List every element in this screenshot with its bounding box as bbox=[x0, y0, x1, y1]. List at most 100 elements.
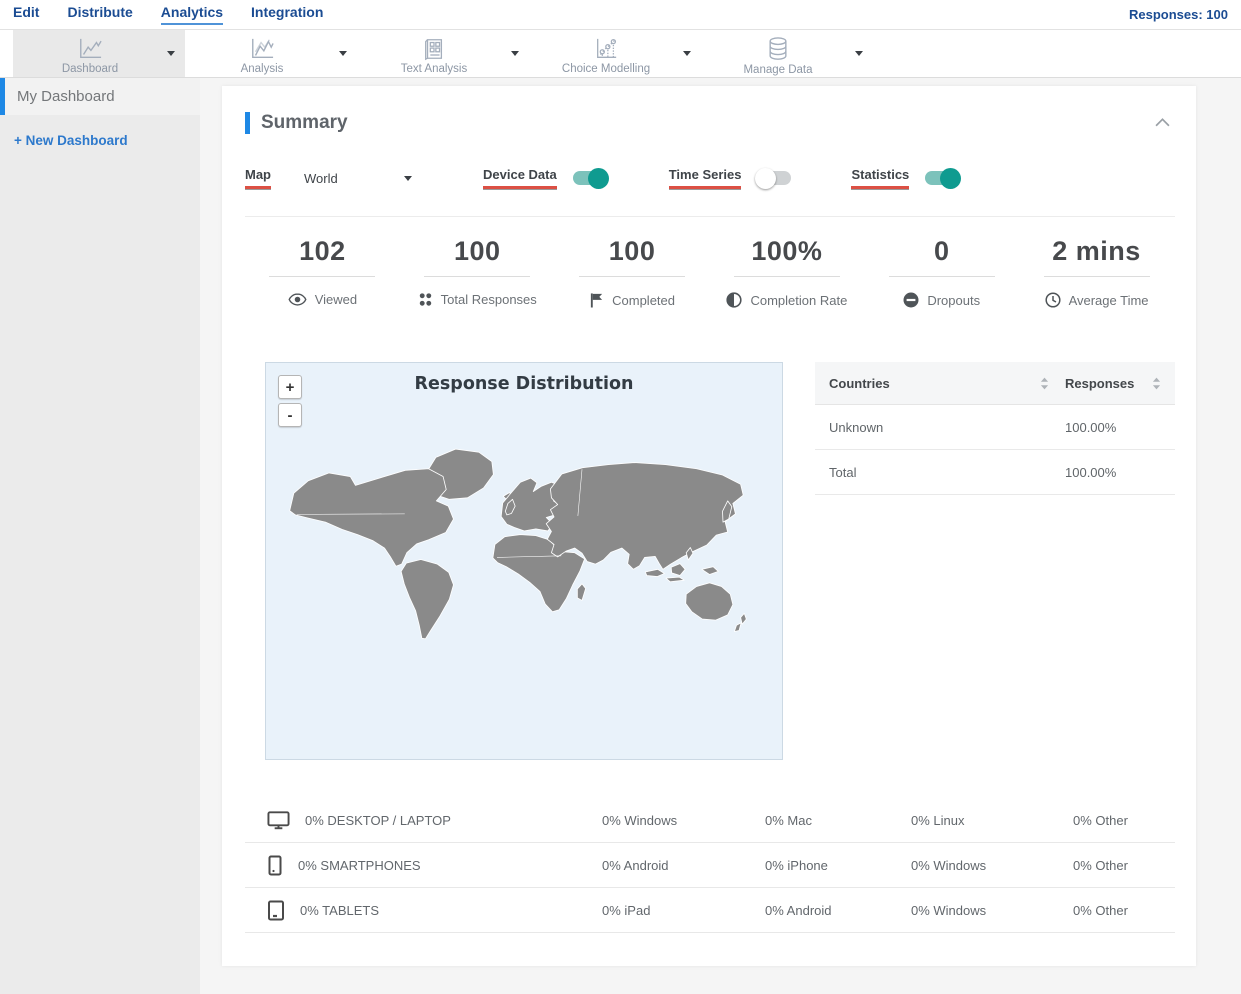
dashboard-sidebar: My Dashboard + New Dashboard bbox=[0, 78, 200, 994]
toolbar-analysis-label: Analysis bbox=[240, 62, 284, 75]
tablet-icon bbox=[267, 900, 285, 921]
map-region-select[interactable]: World bbox=[304, 171, 412, 186]
sidebar-item-my-dashboard[interactable]: My Dashboard bbox=[0, 78, 200, 115]
table-row-smartphones: 0% SMARTPHONES 0% Android 0% iPhone 0% W… bbox=[245, 843, 1175, 888]
stat-dropouts: 0 Dropouts bbox=[864, 236, 1019, 308]
sort-icon[interactable] bbox=[1152, 377, 1161, 390]
toolbar-text-analysis[interactable]: Text Analysis bbox=[357, 30, 529, 77]
chevron-down-icon[interactable] bbox=[167, 51, 175, 56]
new-dashboard-button[interactable]: + New Dashboard bbox=[14, 133, 200, 148]
device-data-toggle[interactable] bbox=[572, 167, 609, 189]
sidebar-item-label: My Dashboard bbox=[17, 88, 115, 105]
toolbar-manage-data-label: Manage Data bbox=[743, 63, 813, 76]
multi-line-chart-icon bbox=[248, 37, 276, 61]
table-row-tablets: 0% TABLETS 0% iPad 0% Android 0% Windows… bbox=[245, 888, 1175, 933]
stat-value: 102 bbox=[299, 236, 346, 266]
chevron-down-icon bbox=[404, 175, 412, 181]
toolbar-choice-modelling[interactable]: Choice Modelling bbox=[529, 30, 701, 77]
desktop-icon bbox=[267, 810, 290, 830]
device-cell: 0% TABLETS bbox=[300, 902, 379, 918]
table-row-desktop: 0% DESKTOP / LAPTOP 0% Windows 0% Mac 0%… bbox=[245, 798, 1175, 843]
map-label: Map bbox=[245, 167, 271, 189]
chevron-down-icon[interactable] bbox=[855, 51, 863, 56]
stat-value: 0 bbox=[933, 236, 950, 266]
stat-label: Viewed bbox=[314, 292, 358, 307]
main-content: Summary Map World Device Data Time Serie… bbox=[200, 78, 1241, 994]
toolbar-dashboard-label: Dashboard bbox=[61, 62, 119, 75]
stat-label: Completed bbox=[612, 292, 675, 308]
half-circle-icon bbox=[726, 292, 743, 308]
responses-count[interactable]: Responses: 100 bbox=[1129, 7, 1228, 22]
accent-bar bbox=[245, 112, 250, 134]
device-cell: 0% Android bbox=[602, 857, 669, 873]
stat-value: 2 mins bbox=[1052, 236, 1141, 266]
statistics-label: Statistics bbox=[851, 167, 910, 189]
sort-icon[interactable] bbox=[1040, 377, 1049, 390]
smartphone-icon bbox=[267, 855, 283, 876]
stat-value: 100% bbox=[751, 236, 823, 266]
device-cell: 0% Windows bbox=[911, 902, 987, 918]
page-title: Summary bbox=[261, 112, 348, 133]
toolbar-manage-data[interactable]: Manage Data bbox=[701, 30, 873, 77]
map-section: Response Distribution + - Countries Resp… bbox=[265, 362, 1175, 760]
chevron-down-icon[interactable] bbox=[683, 51, 691, 56]
toolbar-text-analysis-label: Text Analysis bbox=[400, 62, 468, 75]
device-cell: 0% Windows bbox=[911, 857, 987, 873]
device-cell: 0% Android bbox=[765, 902, 832, 918]
map-title: Response Distribution bbox=[414, 374, 634, 394]
stat-completed: 100 Completed bbox=[555, 236, 710, 308]
world-map[interactable] bbox=[271, 433, 779, 692]
chevron-down-icon[interactable] bbox=[339, 51, 347, 56]
device-table: 0% DESKTOP / LAPTOP 0% Windows 0% Mac 0%… bbox=[245, 798, 1175, 933]
device-cell: 0% Other bbox=[1073, 812, 1128, 828]
device-cell: 0% Other bbox=[1073, 902, 1128, 918]
table-row: Unknown 100.00% bbox=[815, 405, 1175, 450]
summary-controls: Map World Device Data Time Series Statis… bbox=[222, 136, 1196, 189]
dots-grid-icon bbox=[418, 292, 433, 307]
document-grid-icon bbox=[422, 37, 446, 61]
device-data-label: Device Data bbox=[483, 167, 557, 189]
map-zoom-out-button[interactable]: - bbox=[278, 403, 302, 427]
summary-header: Summary bbox=[222, 86, 1196, 136]
countries-column-header[interactable]: Countries bbox=[829, 376, 890, 391]
stat-label: Total Responses bbox=[440, 292, 537, 307]
nav-edit[interactable]: Edit bbox=[13, 4, 39, 25]
country-value: 100.00% bbox=[1065, 419, 1117, 435]
nav-integration[interactable]: Integration bbox=[251, 4, 323, 25]
nav-items: Edit Distribute Analytics Integration bbox=[13, 4, 323, 25]
toggle-knob bbox=[755, 167, 777, 189]
flag-icon bbox=[589, 292, 604, 308]
stat-value: 100 bbox=[453, 236, 501, 266]
map-zoom-in-button[interactable]: + bbox=[278, 375, 302, 399]
device-cell: 0% Mac bbox=[765, 812, 812, 828]
device-cell: 0% SMARTPHONES bbox=[298, 857, 421, 873]
toggle-knob bbox=[587, 167, 609, 189]
toolbar-dashboard[interactable]: Dashboard bbox=[13, 30, 185, 77]
stat-viewed: 102 Viewed bbox=[245, 236, 400, 308]
device-cell: 0% Other bbox=[1073, 857, 1128, 873]
stat-label: Dropouts bbox=[927, 292, 981, 308]
chevron-down-icon[interactable] bbox=[511, 51, 519, 56]
device-cell: 0% iPhone bbox=[765, 857, 828, 873]
database-icon bbox=[766, 36, 790, 62]
chevron-up-icon[interactable] bbox=[1151, 110, 1174, 136]
device-cell: 0% iPad bbox=[602, 902, 651, 918]
table-row: Total 100.00% bbox=[815, 450, 1175, 495]
country-name: Unknown bbox=[829, 419, 884, 435]
stat-value: 100 bbox=[608, 236, 656, 266]
toolbar-analysis[interactable]: Analysis bbox=[185, 30, 357, 77]
response-distribution-map[interactable]: Response Distribution + - bbox=[265, 362, 783, 760]
device-cell: 0% Windows bbox=[602, 812, 678, 828]
responses-column-header[interactable]: Responses bbox=[1065, 376, 1134, 391]
active-indicator bbox=[0, 78, 5, 115]
nav-analytics[interactable]: Analytics bbox=[160, 4, 224, 25]
stats-row: 102 Viewed 100 Total Responses 100 Compl… bbox=[222, 217, 1196, 308]
stat-label: Completion Rate bbox=[750, 292, 848, 308]
time-series-toggle[interactable] bbox=[755, 167, 792, 189]
countries-table-header: Countries Responses bbox=[815, 362, 1175, 405]
analytics-toolbar: Dashboard Analysis Text Analysis Choice … bbox=[0, 30, 1241, 78]
toolbar-choice-modelling-label: Choice Modelling bbox=[561, 62, 651, 75]
device-cell: 0% Linux bbox=[911, 812, 965, 828]
nav-distribute[interactable]: Distribute bbox=[67, 4, 132, 25]
statistics-toggle[interactable] bbox=[925, 167, 962, 189]
